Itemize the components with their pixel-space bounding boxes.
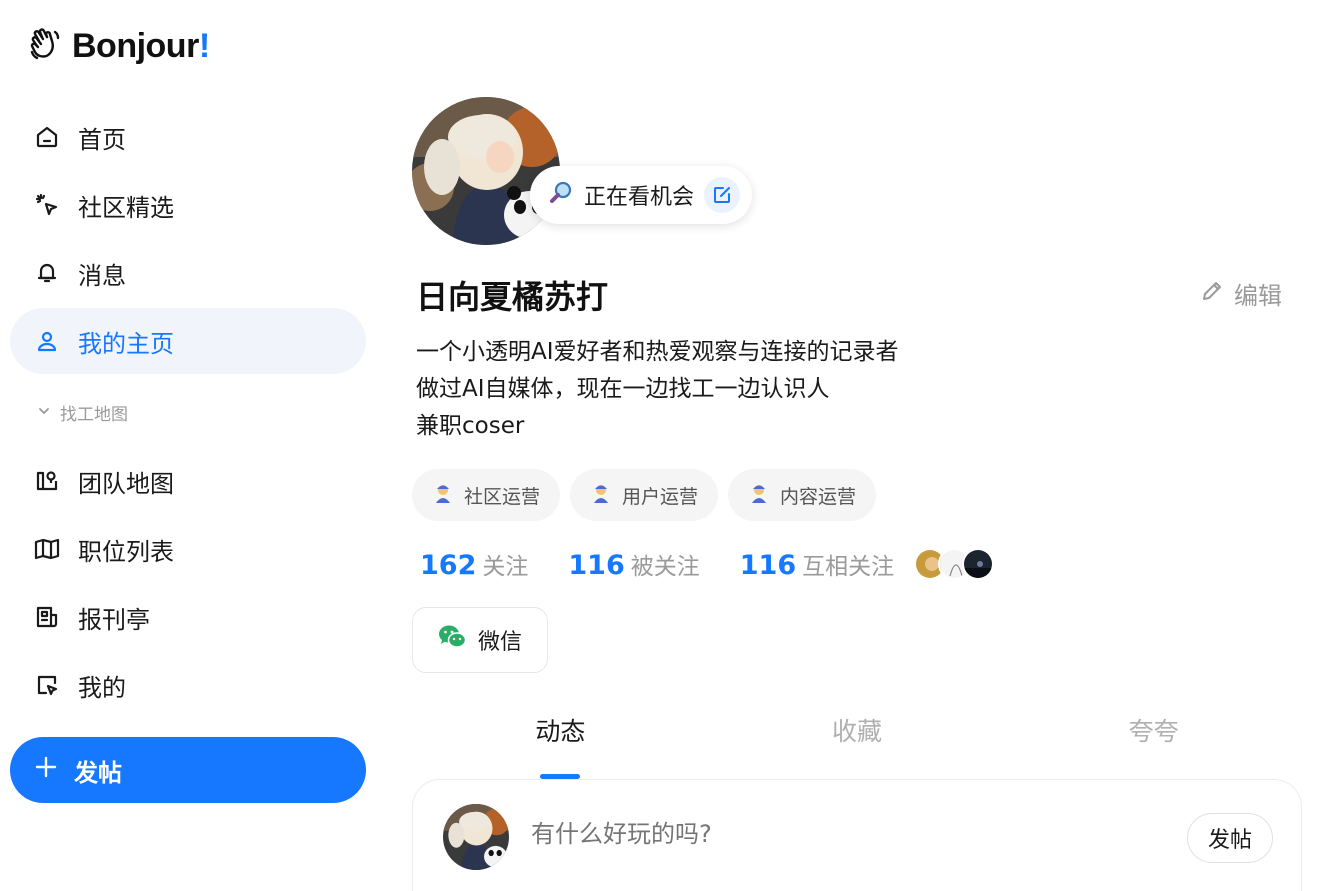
stat-following[interactable]: 162 关注 [420, 547, 528, 581]
logo[interactable]: Bonjour! [28, 26, 210, 66]
sidebar-nav: 首页 社区精选 消息 我的主页 找工地图 团队地图 职位列表 报刊亭 我的 [10, 104, 366, 720]
sidebar-item-my-profile[interactable]: 我的主页 [10, 308, 366, 374]
note-edit-icon [34, 672, 60, 698]
map-icon [34, 536, 60, 562]
section-toggle-job-map[interactable]: 找工地图 [10, 376, 366, 448]
stat-label: 互相关注 [802, 554, 895, 580]
mutual-avatars[interactable] [914, 548, 995, 580]
wechat-label: 微信 [477, 630, 522, 655]
job-status-text: 正在看机会 [584, 185, 695, 210]
bio-line: 兼职coser [416, 413, 525, 439]
sparkle-cursor-icon [34, 192, 60, 218]
sidebar-item-label: 职位列表 [78, 537, 174, 566]
post-button[interactable]: 发帖 [10, 737, 366, 803]
composer-post-button[interactable]: 发帖 [1187, 813, 1273, 863]
sidebar: Bonjour! 首页 社区精选 消息 我的主页 找工地图 团队地图 职位列表 … [0, 0, 380, 891]
brand-name: Bonjour! [72, 26, 210, 65]
bio-line: 一个小透明AI爱好者和热爱观察与连接的记录者 [416, 339, 899, 365]
job-status-pill[interactable]: 正在看机会 [530, 166, 753, 224]
sidebar-item-label: 首页 [78, 125, 126, 154]
bell-icon [34, 260, 60, 286]
edit-status-button[interactable] [704, 177, 741, 213]
stat-label: 关注 [482, 554, 529, 580]
user-icon [34, 328, 60, 354]
worker-emoji-icon [590, 482, 612, 509]
stat-number: 116 [739, 550, 797, 581]
profile-bio: 一个小透明AI爱好者和热爱观察与连接的记录者 做过AI自媒体，现在一边找工一边认… [416, 334, 899, 445]
sidebar-item-home[interactable]: 首页 [10, 104, 366, 170]
sidebar-item-label: 团队地图 [78, 469, 174, 498]
plus-icon [34, 755, 58, 785]
tag-label: 社区运营 [464, 485, 541, 508]
sidebar-item-messages[interactable]: 消息 [10, 240, 366, 306]
stat-followers[interactable]: 116 被关注 [568, 547, 699, 581]
bio-line: 做过AI自媒体，现在一边找工一边认识人 [416, 376, 830, 402]
sidebar-item-mine[interactable]: 我的 [10, 652, 366, 718]
sidebar-item-label: 我的主页 [78, 329, 174, 358]
edit-profile-button[interactable]: 编辑 [1200, 276, 1282, 311]
profile-tags: 社区运营 用户运营 内容运营 [412, 469, 877, 521]
sidebar-item-team-map[interactable]: 团队地图 [10, 448, 366, 514]
avatar [443, 804, 509, 870]
newspaper-icon [34, 604, 60, 630]
chevron-down-icon [38, 402, 50, 422]
stat-number: 162 [420, 550, 477, 581]
profile-stats: 162 关注 116 被关注 116 互相关注 [420, 544, 995, 584]
sidebar-item-label: 报刊亭 [78, 605, 150, 634]
sidebar-item-label: 我的 [78, 673, 126, 702]
worker-emoji-icon [432, 482, 454, 509]
edit-label: 编辑 [1234, 282, 1282, 310]
tag-user-ops[interactable]: 用户运营 [570, 469, 719, 521]
sidebar-item-label: 消息 [78, 261, 126, 290]
sidebar-item-featured[interactable]: 社区精选 [10, 172, 366, 238]
post-button-label: 发帖 [74, 758, 122, 787]
composer-input[interactable] [531, 820, 1131, 848]
post-composer: 发帖 [412, 779, 1302, 891]
home-icon [34, 124, 60, 150]
team-map-icon [34, 468, 60, 494]
wechat-button[interactable]: 微信 [412, 607, 548, 673]
tab-kudos[interactable]: 夸夸 [1005, 712, 1302, 778]
stat-mutual[interactable]: 116 互相关注 [740, 547, 894, 581]
wechat-icon [438, 624, 467, 656]
pencil-icon [1200, 279, 1224, 309]
tab-favorites[interactable]: 收藏 [709, 712, 1006, 778]
tag-label: 内容运营 [780, 485, 857, 508]
sidebar-item-label: 社区精选 [78, 193, 174, 222]
section-label: 找工地图 [60, 404, 128, 425]
waving-hand-icon [28, 26, 64, 66]
tag-label: 用户运营 [622, 485, 699, 508]
avatar [962, 548, 995, 580]
worker-emoji-icon [748, 482, 770, 509]
profile-avatar[interactable] [412, 97, 560, 245]
tag-content-ops[interactable]: 内容运营 [728, 469, 877, 521]
tag-community-ops[interactable]: 社区运营 [412, 469, 561, 521]
magnifier-icon [548, 179, 574, 211]
tab-activity[interactable]: 动态 [412, 712, 709, 778]
sidebar-item-job-list[interactable]: 职位列表 [10, 516, 366, 582]
profile-tabs: 动态 收藏 夸夸 [412, 712, 1302, 778]
stat-label: 被关注 [630, 554, 700, 580]
stat-number: 116 [568, 550, 625, 581]
sidebar-item-newsstand[interactable]: 报刊亭 [10, 584, 366, 650]
profile-name: 日向夏橘苏打 [416, 278, 609, 316]
